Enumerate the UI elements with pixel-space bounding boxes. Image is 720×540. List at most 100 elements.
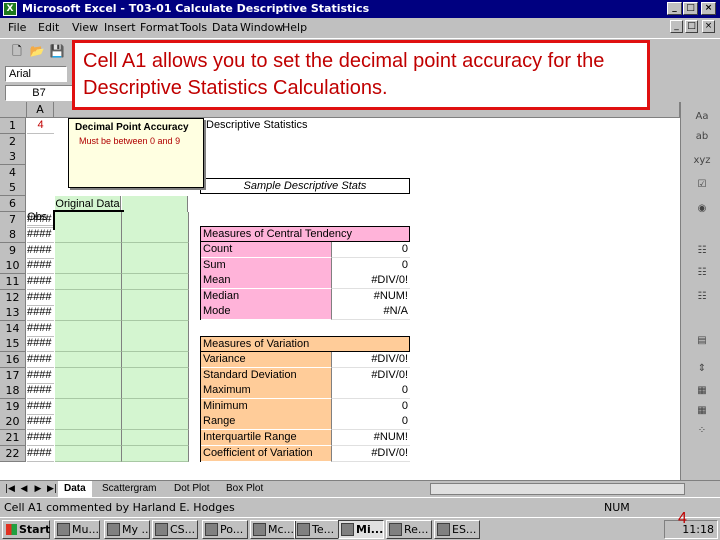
row-header-3[interactable]: 3 [0, 149, 26, 166]
row-header-16[interactable]: 16 [0, 352, 26, 368]
row-header-15[interactable]: 15 [0, 336, 26, 353]
obs-cell[interactable]: #### [27, 305, 54, 322]
row-header-17[interactable]: 17 [0, 367, 26, 384]
row-header-18[interactable]: 18 [0, 383, 26, 400]
doc-minimize-button[interactable]: _ [670, 20, 683, 33]
maximize-button[interactable]: □ [683, 2, 698, 15]
menu-data[interactable]: Data [212, 21, 238, 34]
original-data-cell[interactable] [55, 445, 122, 462]
row-header-11[interactable]: 11 [0, 274, 26, 290]
sorted-data-cell[interactable] [122, 211, 189, 228]
stat-value[interactable]: 0 [331, 414, 410, 431]
row-header-1[interactable]: 1 [0, 118, 26, 134]
toolbar-button-icon[interactable]: Aa [693, 108, 711, 126]
stat-value[interactable]: #NUM! [331, 288, 410, 305]
stat-value[interactable]: #DIV/0! [331, 445, 410, 462]
taskbar-task[interactable]: ES... [434, 520, 480, 539]
spinner-icon[interactable]: ⇕ [693, 360, 711, 378]
taskbar-task[interactable]: Po... [202, 520, 248, 539]
obs-cell[interactable]: #### [27, 399, 54, 415]
toolbar-button-icon[interactable]: xyz [693, 152, 711, 170]
obs-cell[interactable]: #### [27, 368, 54, 384]
sorted-data-cell[interactable] [122, 352, 189, 368]
taskbar-task[interactable]: Mu... [54, 520, 100, 539]
stat-value[interactable]: #DIV/0! [331, 367, 410, 384]
taskbar-task[interactable]: Te... [294, 520, 340, 539]
menu-help[interactable]: Help [282, 21, 307, 34]
row-header-5[interactable]: 5 [0, 180, 26, 197]
sorted-data-cell[interactable] [122, 320, 189, 337]
original-data-cell[interactable] [55, 305, 122, 322]
obs-cell[interactable]: #### [27, 243, 54, 259]
sorted-data-cell[interactable] [122, 414, 189, 431]
original-data-cell[interactable] [55, 352, 122, 368]
tab-box-plot[interactable]: Box Plot [220, 481, 269, 497]
sorted-data-cell[interactable] [122, 274, 189, 290]
stat-value[interactable]: 0 [331, 398, 410, 415]
cell-a1[interactable]: 4 [27, 118, 54, 134]
original-data-cell[interactable] [55, 414, 122, 431]
original-data-cell[interactable] [55, 258, 122, 275]
obs-cell[interactable]: #### [27, 383, 54, 400]
menu-insert[interactable]: Insert [104, 21, 136, 34]
sorted-data-cell[interactable] [122, 258, 189, 275]
obs-cell[interactable]: #### [27, 352, 54, 368]
obs-cell[interactable]: #### [27, 227, 54, 244]
stat-value[interactable]: 0 [331, 257, 410, 274]
obs-cell[interactable]: #### [27, 258, 54, 275]
sorted-data-cell[interactable] [122, 430, 189, 446]
obs-cell[interactable]: #### [27, 446, 54, 462]
original-data-cell[interactable] [55, 242, 122, 259]
sorted-data-cell[interactable] [122, 227, 189, 244]
sorted-data-cell[interactable] [122, 305, 189, 322]
scroll-bar-icon[interactable]: ▤ [693, 332, 711, 350]
obs-cell[interactable]: #### [27, 321, 54, 337]
menu-tools[interactable]: Tools [180, 21, 207, 34]
obs-cell[interactable]: #### [27, 290, 54, 306]
grid-icon[interactable]: ☷ [693, 288, 711, 306]
column-header-a[interactable]: A [27, 102, 54, 118]
sorted-data-cell[interactable] [122, 398, 189, 415]
minimize-button[interactable]: _ [667, 2, 682, 15]
next-sheet-icon[interactable]: ▶ [32, 483, 44, 495]
row-header-10[interactable]: 10 [0, 258, 26, 275]
name-box[interactable]: B7 [5, 85, 73, 101]
taskbar-task[interactable]: Re... [386, 520, 432, 539]
row-header-19[interactable]: 19 [0, 398, 26, 415]
row-header-7[interactable]: 7 [0, 211, 26, 228]
taskbar-task[interactable]: CS... [152, 520, 198, 539]
original-data-cell[interactable] [55, 383, 122, 400]
select-all-corner[interactable] [0, 102, 27, 118]
combo-box-icon[interactable]: ☷ [693, 264, 711, 282]
menu-edit[interactable]: Edit [38, 21, 59, 34]
grid-toggle-icon[interactable]: ⁘ [693, 422, 711, 440]
stat-value[interactable]: 0 [331, 383, 410, 400]
tab-dot-plot[interactable]: Dot Plot [168, 481, 216, 497]
row-header-4[interactable]: 4 [0, 164, 26, 181]
row-header-12[interactable]: 12 [0, 289, 26, 306]
row-header-2[interactable]: 2 [0, 133, 26, 150]
menu-window[interactable]: Window [240, 21, 283, 34]
row-header-9[interactable]: 9 [0, 242, 26, 259]
toolbar-button-icon[interactable]: ab [693, 128, 711, 146]
obs-cell[interactable]: #### [27, 274, 54, 290]
obs-cell[interactable]: #### [27, 430, 54, 446]
stat-value[interactable]: #DIV/0! [331, 273, 410, 290]
sorted-data-cell[interactable] [122, 367, 189, 384]
edit-code-icon[interactable]: ▦ [693, 402, 711, 420]
sorted-data-cell[interactable] [122, 445, 189, 462]
original-data-cell[interactable] [55, 398, 122, 415]
new-icon[interactable]: 🗋 [8, 42, 26, 60]
start-button[interactable]: Start [2, 520, 50, 539]
menu-format[interactable]: Format [140, 21, 179, 34]
original-data-cell[interactable] [55, 274, 122, 290]
radio-icon[interactable]: ◉ [693, 200, 711, 218]
original-data-cell[interactable] [55, 430, 122, 446]
doc-close-button[interactable]: × [702, 20, 715, 33]
row-header-14[interactable]: 14 [0, 320, 26, 337]
sorted-data-cell[interactable] [122, 242, 189, 259]
row-header-21[interactable]: 21 [0, 430, 26, 446]
row-header-8[interactable]: 8 [0, 227, 26, 244]
original-data-cell[interactable] [55, 367, 122, 384]
row-header-20[interactable]: 20 [0, 414, 26, 431]
